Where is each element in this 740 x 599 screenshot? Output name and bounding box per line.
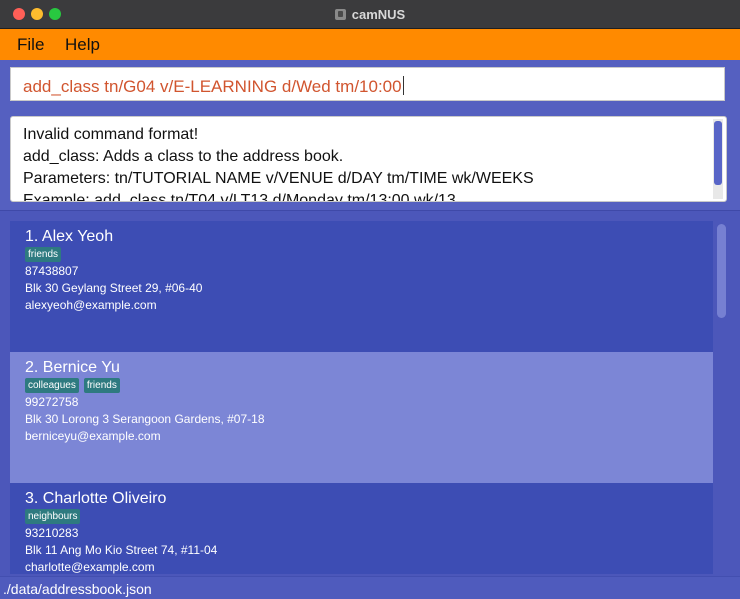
result-scrollbar-thumb[interactable] bbox=[714, 121, 722, 185]
result-scrollbar[interactable] bbox=[713, 119, 723, 199]
title-bar: camNUS bbox=[0, 0, 740, 29]
person-list: 1. Alex Yeoh friends 87438807 Blk 30 Gey… bbox=[10, 221, 713, 574]
person-email: berniceyu@example.com bbox=[25, 429, 161, 443]
window-title: camNUS bbox=[351, 6, 406, 22]
menu-bar: File Help bbox=[0, 29, 740, 60]
person-address: Blk 11 Ang Mo Kio Street 74, #11-04 bbox=[25, 543, 218, 557]
app-window: camNUS File Help add_class tn/G04 v/E-LE… bbox=[0, 0, 740, 599]
person-address: Blk 30 Lorong 3 Serangoon Gardens, #07-1… bbox=[25, 412, 265, 426]
person-list-scrollbar[interactable] bbox=[716, 224, 728, 574]
person-phone: 99272758 bbox=[25, 395, 79, 409]
tag-list: neighbours bbox=[25, 509, 81, 524]
person-email: alexyeoh@example.com bbox=[25, 298, 157, 312]
menu-help[interactable]: Help bbox=[65, 35, 100, 55]
person-name: 3. Charlotte Oliveiro bbox=[25, 490, 167, 507]
person-phone: 93210283 bbox=[25, 526, 79, 540]
tag-list: friends bbox=[25, 247, 62, 262]
person-card[interactable]: 1. Alex Yeoh friends 87438807 Blk 30 Gey… bbox=[10, 221, 713, 352]
tag-badge: friends bbox=[83, 378, 120, 393]
result-text: Invalid command format! add_class: Adds … bbox=[23, 124, 534, 202]
result-line: add_class: Adds a class to the address b… bbox=[23, 148, 344, 165]
person-list-panel: 1. Alex Yeoh friends 87438807 Blk 30 Gey… bbox=[0, 210, 740, 576]
person-card[interactable]: 3. Charlotte Oliveiro neighbours 9321028… bbox=[10, 483, 713, 574]
command-input-text: add_class tn/G04 v/E-LEARNING d/Wed tm/1… bbox=[23, 77, 402, 96]
person-phone: 87438807 bbox=[25, 264, 79, 278]
status-bar: ./data/addressbook.json bbox=[0, 576, 740, 599]
tag-badge: neighbours bbox=[25, 509, 81, 524]
person-email: charlotte@example.com bbox=[25, 560, 155, 574]
result-display: Invalid command format! add_class: Adds … bbox=[10, 116, 727, 202]
result-line: Example: add_class tn/T04 v/LT13 d/Monda… bbox=[23, 192, 456, 202]
result-line: Invalid command format! bbox=[23, 126, 199, 143]
tag-badge: colleagues bbox=[25, 378, 79, 393]
person-name: 1. Alex Yeoh bbox=[25, 228, 114, 245]
tag-badge: friends bbox=[25, 247, 62, 262]
app-icon bbox=[334, 8, 346, 20]
command-input[interactable]: add_class tn/G04 v/E-LEARNING d/Wed tm/1… bbox=[23, 76, 404, 97]
save-location: ./data/addressbook.json bbox=[3, 581, 152, 597]
person-card[interactable]: 2. Bernice Yu colleagues friends 9927275… bbox=[10, 352, 713, 483]
text-caret bbox=[402, 76, 404, 95]
person-list-scrollbar-thumb[interactable] bbox=[717, 224, 726, 318]
command-input-box[interactable]: add_class tn/G04 v/E-LEARNING d/Wed tm/1… bbox=[10, 67, 725, 101]
tag-list: colleagues friends bbox=[25, 378, 120, 393]
person-address: Blk 30 Geylang Street 29, #06-40 bbox=[25, 281, 203, 295]
person-name: 2. Bernice Yu bbox=[25, 359, 120, 376]
result-line: Parameters: tn/TUTORIAL NAME v/VENUE d/D… bbox=[23, 170, 534, 187]
title-container: camNUS bbox=[0, 0, 740, 28]
menu-file[interactable]: File bbox=[17, 35, 44, 55]
